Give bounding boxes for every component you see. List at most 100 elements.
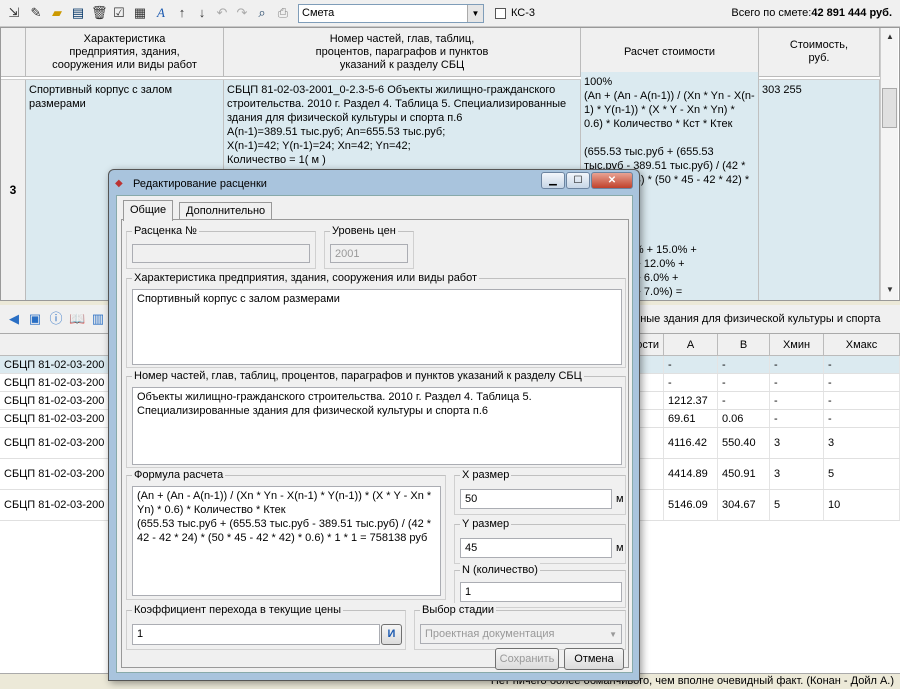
formula-label: Формула расчета	[132, 468, 226, 482]
column-header-calculation[interactable]: Расчет стоимости	[581, 28, 759, 77]
chevron-down-icon[interactable]: ▼	[609, 628, 617, 642]
tab-general[interactable]: Общие	[123, 200, 174, 221]
chevron-down-icon[interactable]: ▼	[467, 5, 483, 22]
formula-group: Формула расчета (An + (An - A(n-1)) / (X…	[126, 468, 446, 600]
cell-xmax: -	[824, 392, 900, 409]
scroll-thumb[interactable]	[882, 88, 897, 128]
back-arrow-icon[interactable]: ◀	[6, 311, 22, 327]
cell-a: -	[664, 356, 718, 373]
stage-group: Выбор стадии Проектная документация ▼	[414, 603, 626, 650]
cell-a: 4116.42	[664, 428, 718, 458]
cancel-button[interactable]: Отмена	[564, 648, 624, 670]
cell-b: 0.06	[718, 410, 770, 427]
cell-a: 1212.37	[664, 392, 718, 409]
ks3-checkbox[interactable]	[495, 8, 506, 19]
x-size-input[interactable]: 50	[460, 489, 612, 509]
window-icon[interactable]: ▣	[27, 311, 43, 327]
column-header-characteristic[interactable]: Характеристика предприятия, здания, соор…	[26, 28, 224, 77]
y-size-input[interactable]: 45	[460, 538, 612, 558]
delete-icon[interactable]: 🗑	[91, 5, 108, 21]
ks3-label: КС-3	[511, 7, 536, 19]
coefficient-group: Коэффициент перехода в текущие цены 1 И	[126, 603, 406, 650]
font-icon[interactable]: A	[153, 5, 169, 21]
cell-a: 4414.89	[664, 459, 718, 489]
close-icon[interactable]: ✕	[591, 172, 633, 189]
cell-xmax: 5	[824, 459, 900, 489]
column-header-b[interactable]: B	[718, 334, 770, 356]
cell-b: -	[718, 374, 770, 391]
rate-number-field[interactable]	[132, 244, 310, 263]
row-header-corner	[1, 28, 26, 77]
minimize-icon[interactable]: ▁	[541, 172, 565, 189]
save-button[interactable]: Сохранить	[495, 648, 559, 670]
edit-icon[interactable]: ✎	[28, 5, 44, 21]
cell-a: -	[664, 374, 718, 391]
price-level-group: Уровень цен 2001	[324, 224, 414, 269]
cell-b: -	[718, 356, 770, 373]
tab-general-label: Общие	[130, 204, 167, 216]
info-icon[interactable]: ⓘ	[48, 311, 64, 327]
cell-cost[interactable]: 303 255	[759, 80, 880, 300]
price-level-label: Уровень цен	[330, 224, 398, 238]
cell-xmin: 3	[770, 428, 824, 458]
cell-b: -	[718, 392, 770, 409]
stage-select[interactable]: Проектная документация ▼	[420, 624, 622, 644]
estimate-select[interactable]: Смета ▼	[298, 4, 484, 23]
section-number-textarea[interactable]: Объекты жилищно-гражданского строительст…	[132, 387, 622, 465]
folder-icon[interactable]: ▰	[49, 5, 65, 21]
arrow-down-icon[interactable]: ↓	[194, 5, 210, 21]
calc-icon[interactable]: ▤	[70, 5, 86, 21]
total-label: Всего по смете:	[731, 7, 812, 19]
column-header-number[interactable]: Номер частей, глав, таблиц, процентов, п…	[224, 28, 581, 77]
find-icon[interactable]: ⌕	[254, 5, 270, 21]
estimate-total: Всего по смете:42 891 444 руб.	[731, 7, 892, 19]
x-size-unit: м	[616, 493, 624, 505]
cell-xmin: -	[770, 374, 824, 391]
check-icon[interactable]: ☑	[111, 5, 127, 21]
tab-pane-general: Расценка № Уровень цен 2001 Характеристи…	[121, 219, 629, 670]
scroll-down-icon[interactable]: ▼	[882, 282, 898, 298]
coefficient-input[interactable]: 1	[132, 624, 380, 645]
cell-xmax: -	[824, 374, 900, 391]
table-icon[interactable]: ▦	[132, 5, 148, 21]
exit-icon[interactable]: ⇲	[6, 5, 22, 21]
y-size-label: Y размер	[460, 517, 512, 531]
books-icon[interactable]: ▥	[90, 311, 106, 327]
cell-b: 450.91	[718, 459, 770, 489]
redo-icon[interactable]: ↷	[234, 5, 250, 21]
cell-xmax: -	[824, 410, 900, 427]
cell-xmin: -	[770, 392, 824, 409]
tab-additional[interactable]: Дополнительно	[179, 202, 273, 220]
undo-icon[interactable]: ↶	[214, 5, 230, 21]
scroll-up-icon[interactable]: ▲	[882, 29, 898, 45]
quantity-label: N (количество)	[460, 563, 540, 577]
dialog-title: Редактирование расценки	[133, 178, 267, 190]
formula-textarea[interactable]: (An + (An - A(n-1)) / (Xn * Yn - X(n-1) …	[132, 486, 441, 596]
quantity-input[interactable]: 1	[460, 582, 622, 602]
characteristic-group: Характеристика предприятия, здания, соор…	[126, 271, 626, 368]
vertical-scrollbar[interactable]: ▲ ▼	[880, 28, 898, 300]
rate-number-label: Расценка №	[132, 224, 199, 238]
cell-xmax: -	[824, 356, 900, 373]
y-size-unit: м	[616, 542, 624, 554]
row-number[interactable]: 3	[1, 80, 26, 300]
stage-label: Выбор стадии	[420, 603, 497, 617]
dialog-body: Общие Дополнительно Расценка № Уровень ц…	[116, 195, 633, 673]
price-level-field[interactable]: 2001	[330, 244, 408, 263]
column-header-a[interactable]: A	[664, 334, 718, 356]
x-size-group: X размер 50 м	[454, 468, 626, 515]
rate-number-group: Расценка №	[126, 224, 316, 269]
estimate-select-value: Смета	[302, 7, 335, 19]
arrow-up-icon[interactable]: ↑	[174, 5, 190, 21]
cell-xmin: 3	[770, 459, 824, 489]
column-header-cost[interactable]: Стоимость, руб.	[759, 28, 880, 77]
y-size-group: Y размер 45 м	[454, 517, 626, 564]
column-header-xmax[interactable]: Xмакс	[824, 334, 900, 356]
coefficient-button[interactable]: И	[381, 624, 402, 645]
maximize-icon[interactable]: ☐	[566, 172, 590, 189]
book-icon[interactable]: 📖	[69, 311, 85, 327]
characteristic-textarea[interactable]: Спортивный корпус с залом размерами	[132, 289, 622, 365]
cell-a: 5146.09	[664, 490, 718, 520]
print-icon[interactable]: ⎙	[275, 5, 291, 21]
column-header-xmin[interactable]: Xмин	[770, 334, 824, 356]
